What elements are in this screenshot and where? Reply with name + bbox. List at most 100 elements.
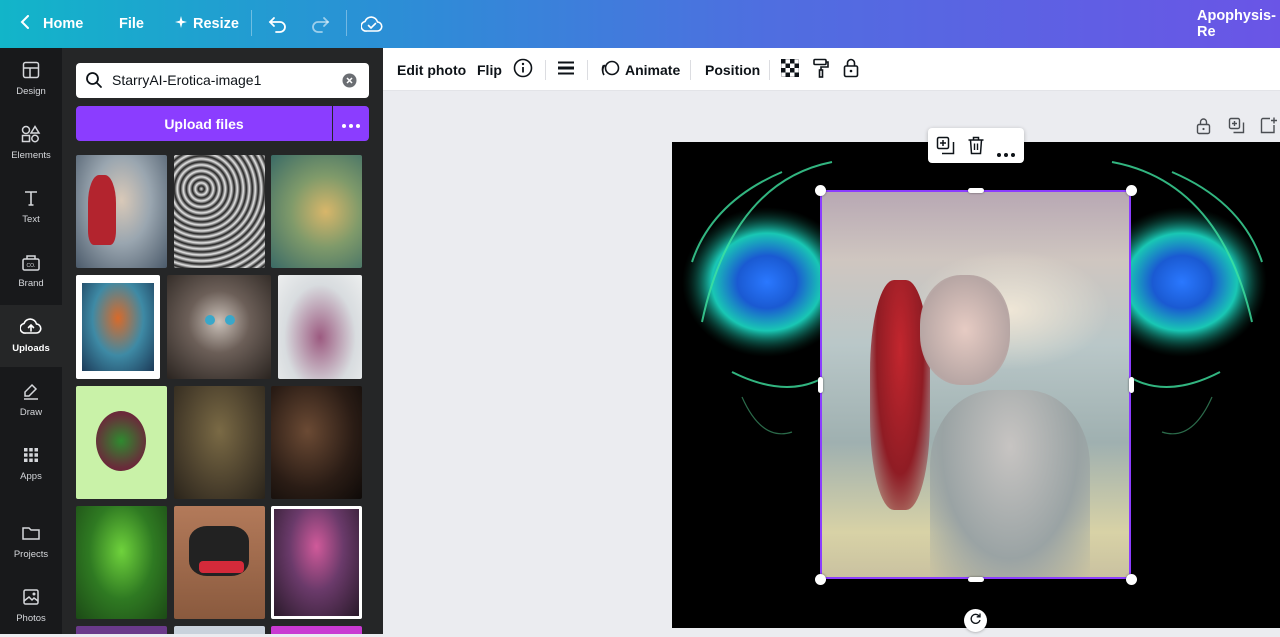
search-icon xyxy=(85,71,103,94)
file-label: File xyxy=(119,16,144,32)
rail-item-apps[interactable]: Apps xyxy=(0,433,62,495)
resize-button[interactable]: Resize xyxy=(175,0,239,48)
upload-thumbnail[interactable] xyxy=(76,506,167,619)
upload-thumbnail[interactable] xyxy=(271,626,362,634)
upload-files-button[interactable]: Upload files xyxy=(76,106,332,141)
rail-label: Draw xyxy=(19,407,43,418)
search-field[interactable]: StarryAI-Erotica-image1 xyxy=(76,63,369,98)
border-style-button[interactable] xyxy=(557,48,575,91)
save-status-button[interactable] xyxy=(361,0,383,48)
rail-item-photos[interactable]: Photos xyxy=(0,575,62,637)
upload-more-button[interactable] xyxy=(333,106,369,141)
upload-thumbnail[interactable] xyxy=(271,386,362,499)
upload-thumbnail[interactable] xyxy=(174,155,265,268)
upload-thumbnail[interactable] xyxy=(271,155,362,268)
rail-item-text[interactable]: Text xyxy=(0,176,62,238)
resize-label: Resize xyxy=(193,16,239,32)
duplicate-icon xyxy=(936,136,955,155)
animate-label: Animate xyxy=(625,61,681,78)
resize-handle-top-left[interactable] xyxy=(815,185,826,196)
upload-thumbnail[interactable] xyxy=(174,506,265,619)
chevron-left-icon xyxy=(20,15,30,33)
design-title[interactable]: Apophysis-Re xyxy=(1197,0,1280,48)
info-button[interactable] xyxy=(513,48,533,91)
copy-style-button[interactable] xyxy=(812,48,830,91)
upload-thumbnail[interactable] xyxy=(174,386,265,499)
sparkle-icon xyxy=(175,16,187,32)
upload-thumbnail[interactable] xyxy=(174,626,265,634)
selection-box xyxy=(820,190,1131,579)
resize-handle-top-right[interactable] xyxy=(1126,185,1137,196)
more-horizontal-icon xyxy=(997,153,1015,157)
image-icon xyxy=(22,588,40,613)
add-page-button[interactable] xyxy=(1260,117,1277,139)
rail-label: Photos xyxy=(16,613,46,624)
undo-icon xyxy=(268,15,288,33)
svg-text:CO.: CO. xyxy=(27,263,36,269)
rail-item-projects[interactable]: Projects xyxy=(0,511,62,573)
delete-element-button[interactable] xyxy=(967,136,985,160)
upload-thumbnail[interactable] xyxy=(278,275,362,379)
duplicate-page-button[interactable] xyxy=(1228,117,1245,139)
redo-icon xyxy=(310,15,330,33)
upload-thumbnail[interactable] xyxy=(167,275,271,379)
duplicate-icon xyxy=(1228,117,1245,138)
divider xyxy=(690,60,691,80)
file-menu-button[interactable]: File xyxy=(119,0,144,48)
brand-icon: CO. xyxy=(21,253,41,278)
clear-search-icon[interactable] xyxy=(342,73,357,93)
upload-thumbnail[interactable] xyxy=(76,626,167,634)
pen-icon xyxy=(21,382,41,407)
grid-icon xyxy=(22,446,40,471)
rail-label: Text xyxy=(22,214,40,225)
rail-item-design[interactable]: Design xyxy=(0,48,62,110)
divider xyxy=(346,10,347,36)
position-button[interactable]: Position xyxy=(705,48,760,91)
rail-label: Projects xyxy=(13,549,49,560)
rail-item-brand[interactable]: CO. Brand xyxy=(0,240,62,302)
shapes-icon xyxy=(21,125,41,150)
rail-label: Uploads xyxy=(12,343,50,354)
upload-thumbnail[interactable] xyxy=(271,506,362,619)
rotate-handle[interactable] xyxy=(964,609,987,632)
rail-item-elements[interactable]: Elements xyxy=(0,112,62,174)
resize-handle-left[interactable] xyxy=(818,377,823,393)
upload-thumbnail[interactable] xyxy=(76,386,167,499)
undo-button[interactable] xyxy=(268,0,288,48)
home-button[interactable]: Home xyxy=(20,0,83,48)
lock-button[interactable] xyxy=(843,48,859,91)
upload-thumbnail[interactable] xyxy=(76,155,167,268)
divider xyxy=(545,60,546,80)
divider xyxy=(587,60,588,80)
resize-handle-right[interactable] xyxy=(1129,377,1134,393)
upload-thumbnail[interactable] xyxy=(76,275,160,379)
lock-page-button[interactable] xyxy=(1196,117,1211,140)
home-label: Home xyxy=(43,16,84,32)
element-context-menu xyxy=(928,128,1024,163)
rail-label: Brand xyxy=(18,278,44,289)
rail-item-uploads[interactable]: Uploads xyxy=(0,305,62,367)
edit-photo-button[interactable]: Edit photo xyxy=(397,48,466,91)
context-toolbar: Edit photo Flip Animate Position xyxy=(383,48,1280,91)
duplicate-element-button[interactable] xyxy=(936,136,955,160)
search-input[interactable]: StarryAI-Erotica-image1 xyxy=(112,72,261,88)
add-page-icon xyxy=(1260,117,1277,138)
edit-photo-label: Edit photo xyxy=(397,61,467,78)
divider xyxy=(769,60,770,80)
more-horizontal-icon xyxy=(342,115,360,133)
more-options-button[interactable] xyxy=(997,144,1015,162)
rail-item-draw[interactable]: Draw xyxy=(0,369,62,431)
top-bar: Home File Resize Apophysis-Re xyxy=(0,0,1280,48)
paint-roller-icon xyxy=(812,58,830,81)
resize-handle-bottom-right[interactable] xyxy=(1126,574,1137,585)
layout-icon xyxy=(22,61,40,86)
folder-icon xyxy=(21,524,41,549)
resize-handle-top[interactable] xyxy=(968,188,984,193)
animate-button[interactable]: Animate xyxy=(601,48,680,91)
flip-button[interactable]: Flip xyxy=(477,48,502,91)
resize-handle-bottom[interactable] xyxy=(968,577,984,582)
border-lines-icon xyxy=(557,60,575,79)
resize-handle-bottom-left[interactable] xyxy=(815,574,826,585)
redo-button[interactable] xyxy=(310,0,330,48)
transparency-button[interactable] xyxy=(781,48,799,91)
